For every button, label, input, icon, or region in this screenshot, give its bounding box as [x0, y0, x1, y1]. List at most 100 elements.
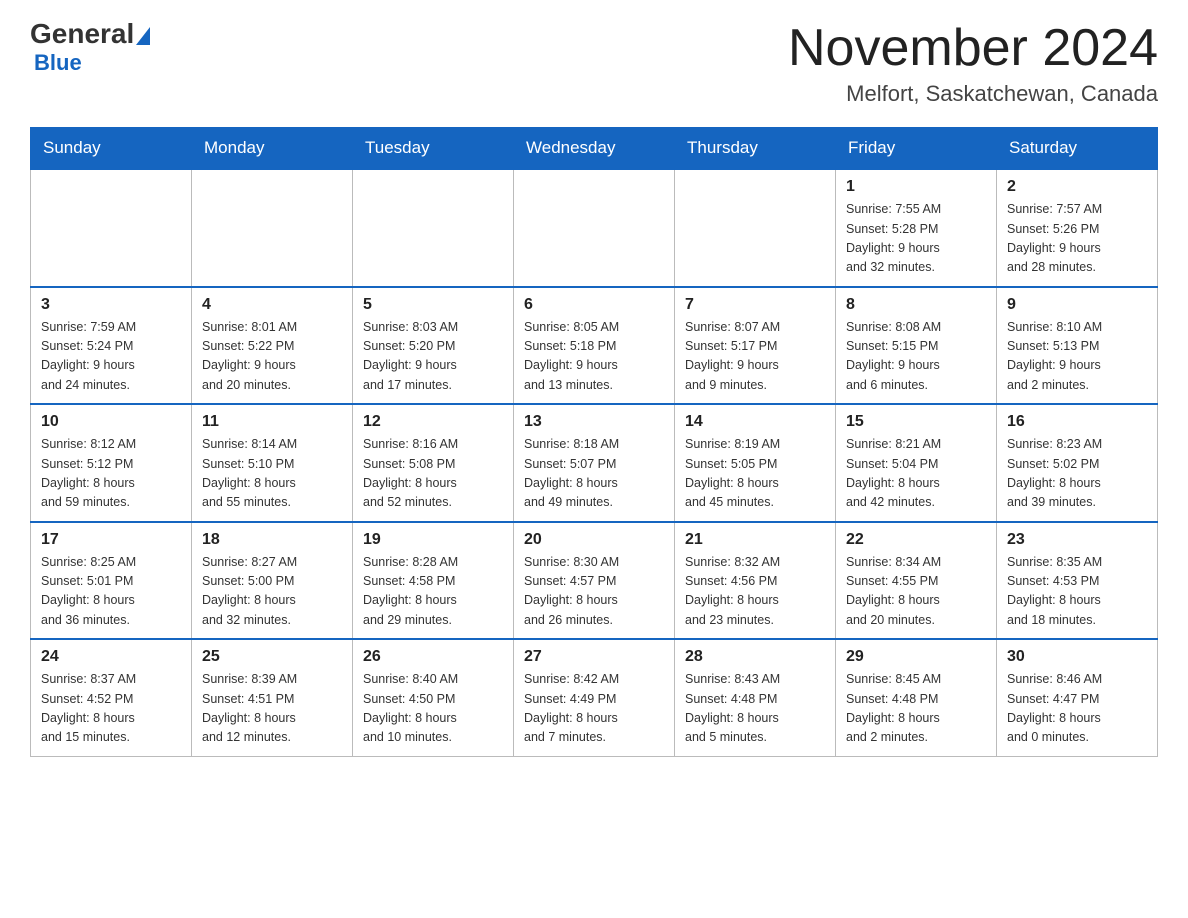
day-header-tuesday: Tuesday — [353, 128, 514, 170]
calendar-cell: 5 Sunrise: 8:03 AM Sunset: 5:20 PM Daylig… — [353, 287, 514, 405]
calendar-cell: 10Sunrise: 8:12 AM Sunset: 5:12 PM Dayli… — [31, 404, 192, 522]
day-number: 28 — [685, 648, 825, 666]
day-number: 30 — [1007, 648, 1147, 666]
calendar-table: SundayMondayTuesdayWednesdayThursdayFrid… — [30, 127, 1158, 757]
day-info: Sunrise: 8:28 AM Sunset: 4:58 PM Dayligh… — [363, 553, 503, 631]
week-row-1: 1 Sunrise: 7:55 AM Sunset: 5:28 PM Daylig… — [31, 169, 1158, 287]
title-area: November 2024 Melfort, Saskatchewan, Can… — [788, 20, 1158, 107]
day-number: 7 — [685, 296, 825, 314]
day-info: Sunrise: 8:21 AM Sunset: 5:04 PM Dayligh… — [846, 435, 986, 513]
calendar-cell: 4 Sunrise: 8:01 AM Sunset: 5:22 PM Daylig… — [192, 287, 353, 405]
day-number: 26 — [363, 648, 503, 666]
location-title: Melfort, Saskatchewan, Canada — [788, 81, 1158, 107]
day-number: 1 — [846, 178, 986, 196]
logo-blue-text: Blue — [30, 50, 82, 76]
day-number: 21 — [685, 531, 825, 549]
calendar-cell: 16 Sunrise: 8:23 AM Sunset: 5:02 PM Dayli… — [997, 404, 1158, 522]
day-info: Sunrise: 8:46 AM Sunset: 4:47 PM Dayligh… — [1007, 670, 1147, 748]
day-number: 14 — [685, 413, 825, 431]
calendar-cell: 28 Sunrise: 8:43 AM Sunset: 4:48 PM Dayli… — [675, 639, 836, 756]
calendar-cell: 23Sunrise: 8:35 AM Sunset: 4:53 PM Dayli… — [997, 522, 1158, 640]
calendar-cell: 3Sunrise: 7:59 AM Sunset: 5:24 PM Daylig… — [31, 287, 192, 405]
day-number: 16 — [1007, 413, 1147, 431]
calendar-cell: 6Sunrise: 8:05 AM Sunset: 5:18 PM Daylig… — [514, 287, 675, 405]
calendar-cell: 2 Sunrise: 7:57 AM Sunset: 5:26 PM Daylig… — [997, 169, 1158, 287]
calendar-cell: 7 Sunrise: 8:07 AM Sunset: 5:17 PM Daylig… — [675, 287, 836, 405]
calendar-cell: 14 Sunrise: 8:19 AM Sunset: 5:05 PM Dayli… — [675, 404, 836, 522]
day-header-friday: Friday — [836, 128, 997, 170]
week-row-3: 10Sunrise: 8:12 AM Sunset: 5:12 PM Dayli… — [31, 404, 1158, 522]
day-info: Sunrise: 8:23 AM Sunset: 5:02 PM Dayligh… — [1007, 435, 1147, 513]
day-info: Sunrise: 8:45 AM Sunset: 4:48 PM Dayligh… — [846, 670, 986, 748]
day-info: Sunrise: 8:08 AM Sunset: 5:15 PM Dayligh… — [846, 318, 986, 396]
calendar-cell: 24 Sunrise: 8:37 AM Sunset: 4:52 PM Dayli… — [31, 639, 192, 756]
day-info: Sunrise: 8:30 AM Sunset: 4:57 PM Dayligh… — [524, 553, 664, 631]
calendar-cell: 11Sunrise: 8:14 AM Sunset: 5:10 PM Dayli… — [192, 404, 353, 522]
calendar-cell: 8 Sunrise: 8:08 AM Sunset: 5:15 PM Daylig… — [836, 287, 997, 405]
calendar-cell: 29 Sunrise: 8:45 AM Sunset: 4:48 PM Dayli… — [836, 639, 997, 756]
day-header-monday: Monday — [192, 128, 353, 170]
week-row-2: 3Sunrise: 7:59 AM Sunset: 5:24 PM Daylig… — [31, 287, 1158, 405]
day-info: Sunrise: 8:43 AM Sunset: 4:48 PM Dayligh… — [685, 670, 825, 748]
logo-triangle-icon — [136, 27, 150, 45]
calendar-cell: 13 Sunrise: 8:18 AM Sunset: 5:07 PM Dayli… — [514, 404, 675, 522]
day-info: Sunrise: 7:57 AM Sunset: 5:26 PM Dayligh… — [1007, 200, 1147, 278]
day-number: 9 — [1007, 296, 1147, 314]
calendar-cell — [192, 169, 353, 287]
day-number: 11 — [202, 413, 342, 431]
calendar-cell: 21Sunrise: 8:32 AM Sunset: 4:56 PM Dayli… — [675, 522, 836, 640]
calendar-cell: 1 Sunrise: 7:55 AM Sunset: 5:28 PM Daylig… — [836, 169, 997, 287]
day-info: Sunrise: 8:12 AM Sunset: 5:12 PM Dayligh… — [41, 435, 181, 513]
day-number: 25 — [202, 648, 342, 666]
calendar-cell — [675, 169, 836, 287]
calendar-cell: 22Sunrise: 8:34 AM Sunset: 4:55 PM Dayli… — [836, 522, 997, 640]
calendar-header-row: SundayMondayTuesdayWednesdayThursdayFrid… — [31, 128, 1158, 170]
logo: General Blue — [30, 20, 150, 76]
calendar-cell — [353, 169, 514, 287]
day-info: Sunrise: 8:40 AM Sunset: 4:50 PM Dayligh… — [363, 670, 503, 748]
calendar-cell: 9 Sunrise: 8:10 AM Sunset: 5:13 PM Daylig… — [997, 287, 1158, 405]
calendar-cell: 12Sunrise: 8:16 AM Sunset: 5:08 PM Dayli… — [353, 404, 514, 522]
day-number: 24 — [41, 648, 181, 666]
calendar-cell: 18 Sunrise: 8:27 AM Sunset: 5:00 PM Dayli… — [192, 522, 353, 640]
day-number: 29 — [846, 648, 986, 666]
calendar-cell: 15Sunrise: 8:21 AM Sunset: 5:04 PM Dayli… — [836, 404, 997, 522]
day-number: 4 — [202, 296, 342, 314]
day-info: Sunrise: 7:55 AM Sunset: 5:28 PM Dayligh… — [846, 200, 986, 278]
day-header-sunday: Sunday — [31, 128, 192, 170]
day-info: Sunrise: 8:42 AM Sunset: 4:49 PM Dayligh… — [524, 670, 664, 748]
day-number: 13 — [524, 413, 664, 431]
logo-general-text: General — [30, 20, 150, 48]
day-number: 23 — [1007, 531, 1147, 549]
calendar-cell: 25 Sunrise: 8:39 AM Sunset: 4:51 PM Dayli… — [192, 639, 353, 756]
day-number: 3 — [41, 296, 181, 314]
day-number: 17 — [41, 531, 181, 549]
day-number: 8 — [846, 296, 986, 314]
calendar-cell: 26 Sunrise: 8:40 AM Sunset: 4:50 PM Dayli… — [353, 639, 514, 756]
day-info: Sunrise: 8:10 AM Sunset: 5:13 PM Dayligh… — [1007, 318, 1147, 396]
day-info: Sunrise: 8:25 AM Sunset: 5:01 PM Dayligh… — [41, 553, 181, 631]
day-info: Sunrise: 8:34 AM Sunset: 4:55 PM Dayligh… — [846, 553, 986, 631]
day-info: Sunrise: 8:03 AM Sunset: 5:20 PM Dayligh… — [363, 318, 503, 396]
day-info: Sunrise: 8:19 AM Sunset: 5:05 PM Dayligh… — [685, 435, 825, 513]
day-info: Sunrise: 8:18 AM Sunset: 5:07 PM Dayligh… — [524, 435, 664, 513]
day-number: 2 — [1007, 178, 1147, 196]
day-header-saturday: Saturday — [997, 128, 1158, 170]
day-header-thursday: Thursday — [675, 128, 836, 170]
day-number: 20 — [524, 531, 664, 549]
month-title: November 2024 — [788, 20, 1158, 77]
day-info: Sunrise: 8:01 AM Sunset: 5:22 PM Dayligh… — [202, 318, 342, 396]
day-header-wednesday: Wednesday — [514, 128, 675, 170]
calendar-cell: 20 Sunrise: 8:30 AM Sunset: 4:57 PM Dayli… — [514, 522, 675, 640]
day-info: Sunrise: 8:07 AM Sunset: 5:17 PM Dayligh… — [685, 318, 825, 396]
calendar-cell: 19Sunrise: 8:28 AM Sunset: 4:58 PM Dayli… — [353, 522, 514, 640]
day-info: Sunrise: 8:37 AM Sunset: 4:52 PM Dayligh… — [41, 670, 181, 748]
calendar-cell: 27Sunrise: 8:42 AM Sunset: 4:49 PM Dayli… — [514, 639, 675, 756]
day-info: Sunrise: 8:27 AM Sunset: 5:00 PM Dayligh… — [202, 553, 342, 631]
calendar-cell — [31, 169, 192, 287]
day-info: Sunrise: 8:05 AM Sunset: 5:18 PM Dayligh… — [524, 318, 664, 396]
day-info: Sunrise: 8:39 AM Sunset: 4:51 PM Dayligh… — [202, 670, 342, 748]
day-number: 5 — [363, 296, 503, 314]
calendar-cell — [514, 169, 675, 287]
day-number: 18 — [202, 531, 342, 549]
